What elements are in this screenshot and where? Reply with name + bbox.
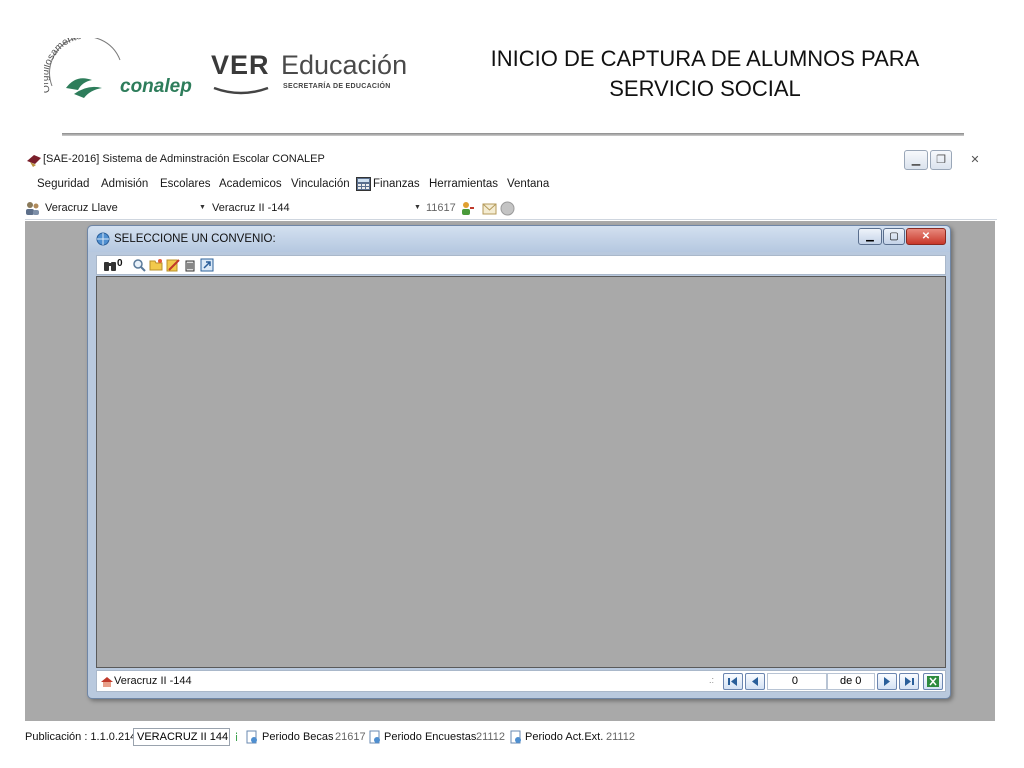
record-total-label: de 0 <box>827 673 875 690</box>
convenios-grid[interactable] <box>96 276 946 668</box>
menu-herramientas[interactable]: Herramientas <box>429 178 498 190</box>
dialog-maximize-button[interactable]: ▢ <box>883 228 905 245</box>
prev-icon <box>752 677 758 686</box>
period-value: 11617 <box>426 202 456 214</box>
menu-seguridad[interactable]: Seguridad <box>37 178 89 190</box>
nav-next-button[interactable] <box>877 673 897 690</box>
globe-icon <box>96 232 110 246</box>
ver-educacion-logo: VER Educación SECRETARÍA DE EDUCACIÓN <box>211 50 411 100</box>
plantel-field: VERACRUZ II 144 - <box>133 728 230 746</box>
first-icon <box>728 677 737 686</box>
slide-title-line-1: INICIO DE CAPTURA DE ALUMNOS PARA <box>490 46 920 71</box>
resize-grip-icon: .: <box>709 675 715 685</box>
refresh-doc-icon[interactable] <box>368 730 382 744</box>
maximize-icon: ▢ <box>889 231 899 242</box>
nav-prev-button[interactable] <box>745 673 765 690</box>
refresh-doc-icon[interactable] <box>509 730 523 744</box>
state-select-caret-icon[interactable]: ▼ <box>199 204 206 211</box>
ver-subtitle: SECRETARÍA DE EDUCACIÓN <box>283 83 391 90</box>
delete-icon[interactable] <box>183 258 197 272</box>
plantel-select-caret-icon[interactable]: ▼ <box>414 204 421 211</box>
state-select[interactable]: Veracruz Llave <box>45 202 118 214</box>
search-icon[interactable] <box>132 258 146 272</box>
next-icon <box>884 677 890 686</box>
periodo-actext-label: Periodo Act.Ext. <box>525 731 604 743</box>
periodo-becas-value: 21617 <box>335 731 366 743</box>
minimize-button[interactable]: ▁ <box>904 150 928 170</box>
slide-title: INICIO DE CAPTURA DE ALUMNOS PARA SERVIC… <box>440 44 970 104</box>
menu-finanzas[interactable]: Finanzas <box>373 178 420 190</box>
menu-ventana[interactable]: Ventana <box>507 178 549 190</box>
menu-admision[interactable]: Admisión <box>101 178 148 190</box>
open-folder-icon[interactable] <box>149 258 163 272</box>
nav-last-button[interactable] <box>899 673 919 690</box>
info-icon: ⅰ <box>235 732 239 744</box>
dialog-titlebar[interactable]: SELECCIONE UN CONVENIO: ▁ ▢ ✕ <box>88 226 950 252</box>
calculator-icon <box>356 177 371 191</box>
dialog-statusbar: Veracruz II -144 .: 0 de 0 <box>96 670 946 692</box>
plantel-select[interactable]: Veracruz II -144 <box>212 202 290 214</box>
convenio-dialog: SELECCIONE UN CONVENIO: ▁ ▢ ✕ 0 Veracruz… <box>87 225 951 699</box>
toolbar-count: 0 <box>117 258 123 269</box>
nav-first-button[interactable] <box>723 673 743 690</box>
mail-icon[interactable] <box>482 201 497 216</box>
record-number-input[interactable]: 0 <box>767 673 827 690</box>
school-icon <box>101 677 113 687</box>
conalep-logo: Orgullosamente conalep <box>40 31 204 104</box>
edit-icon[interactable] <box>166 258 180 272</box>
app-logo-icon <box>27 155 41 167</box>
app-toolbar: Veracruz Llave ▼ Veracruz II -144 ▼ 1161… <box>25 198 997 220</box>
restore-icon: ❐ <box>936 154 946 166</box>
menu-vinculacion[interactable]: Vinculación <box>291 178 350 190</box>
excel-icon <box>927 676 939 687</box>
export-icon[interactable] <box>200 258 214 272</box>
publication-label: Publicación : 1.1.0.214 <box>25 731 137 743</box>
periodo-actext-value: 21112 <box>606 731 635 743</box>
periodo-becas-label: Periodo Becas <box>262 731 334 743</box>
app-statusbar: Publicación : 1.1.0.214 VERACRUZ II 144 … <box>25 726 997 748</box>
ver-mark: VER <box>211 50 270 80</box>
menu-academicos[interactable]: Academicos <box>219 178 282 190</box>
dialog-plantel-label: Veracruz II -144 <box>114 675 192 687</box>
slide-header: Orgullosamente conalep VER Educación SEC… <box>0 0 1024 140</box>
minimize-icon: ▁ <box>911 154 921 166</box>
dialog-toolbar: 0 <box>96 255 946 275</box>
close-icon: ✕ <box>921 231 931 242</box>
mdi-workspace: SELECCIONE UN CONVENIO: ▁ ▢ ✕ 0 Veracruz… <box>25 221 995 721</box>
menu-escolares[interactable]: Escolares <box>160 178 211 190</box>
users-icon <box>26 202 39 215</box>
title-divider <box>62 133 964 136</box>
close-button[interactable]: ✕ <box>956 150 994 170</box>
minimize-icon: ▁ <box>866 231 874 242</box>
sae-app-window: [SAE-2016] Sistema de Adminstración Esco… <box>25 148 997 748</box>
refresh-doc-icon[interactable] <box>245 730 259 744</box>
dialog-close-button[interactable]: ✕ <box>906 228 946 245</box>
conalep-wordmark: conalep <box>120 76 192 97</box>
app-menubar: Seguridad Admisión Escolares Academicos … <box>25 175 997 197</box>
dialog-title: SELECCIONE UN CONVENIO: <box>114 233 276 245</box>
periodo-encuestas-value: 21112 <box>476 731 505 743</box>
help-icon[interactable] <box>500 201 515 216</box>
user-key-icon[interactable] <box>460 201 475 216</box>
periodo-encuestas-label: Periodo Encuestas <box>384 731 477 743</box>
close-icon: ✕ <box>970 154 980 166</box>
app-titlebar: [SAE-2016] Sistema de Adminstración Esco… <box>25 148 997 172</box>
swoosh-icon <box>213 86 269 95</box>
binoculars-icon[interactable] <box>103 258 117 272</box>
last-icon <box>905 677 914 686</box>
ver-educacion-text: Educación <box>281 50 408 80</box>
export-excel-button[interactable] <box>923 673 943 690</box>
restore-button[interactable]: ❐ <box>930 150 952 170</box>
slide-title-line-2: SERVICIO SOCIAL <box>609 76 801 101</box>
dialog-minimize-button[interactable]: ▁ <box>858 228 882 245</box>
app-title: [SAE-2016] Sistema de Adminstración Esco… <box>43 153 325 165</box>
